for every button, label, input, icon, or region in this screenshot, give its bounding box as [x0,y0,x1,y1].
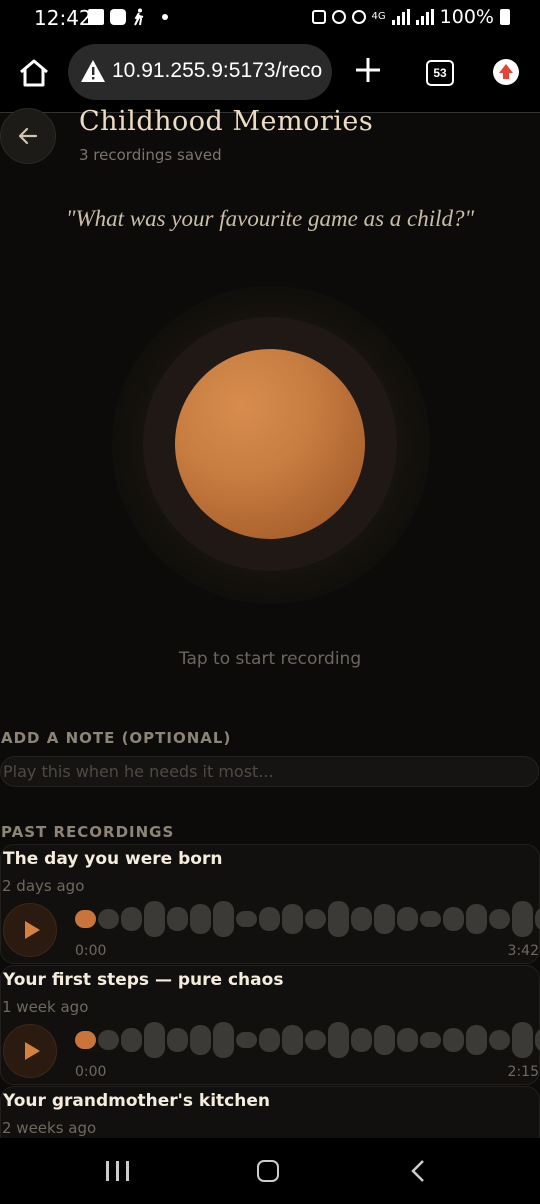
back-nav-icon[interactable] [410,1159,426,1183]
waveform-bar [420,911,441,927]
status-bar: 12:42 4G 100% [0,0,540,36]
waveform-bar [236,1032,257,1048]
note-input[interactable] [0,756,539,787]
waveform-bar [144,1022,165,1058]
record-hint: Tap to start recording [178,649,362,669]
waveform-bar [535,1028,540,1052]
walking-icon [134,8,144,26]
waveform-bar [489,1030,510,1050]
waveform[interactable] [75,1022,540,1058]
waveform[interactable] [75,901,540,937]
past-recordings-label: PAST RECORDINGS [1,823,175,841]
waveform-bar [282,1025,303,1055]
youtube-icon [110,9,126,25]
recording-title: Your first steps — pure chaos [3,970,284,990]
waveform-bar [443,1028,464,1052]
waveform-bar [535,907,540,931]
battery-percent: 100% [439,6,494,28]
waveform-bar [259,907,280,931]
waveform-bar [167,907,188,931]
recording-title: The day you were born [3,849,223,869]
network-type: 4G [371,11,386,22]
waveform-bar [466,904,487,934]
record-button[interactable] [175,349,365,539]
waveform-bar [328,1022,349,1058]
notification-icons [88,8,168,26]
waveform-bar [121,1028,142,1052]
waveform-bar [98,909,119,929]
browser-toolbar: 10.91.255.9:5173/reco 53 [0,36,540,113]
current-time: 0:00 [75,943,107,959]
waveform-bar [374,904,395,934]
waveform-bar [190,904,211,934]
waveform-bar [351,1028,372,1052]
alarm-icon [331,10,346,24]
waveform-bar [305,1030,326,1050]
status-time: 12:42 [34,6,92,30]
recording-card: The day you were born 2 days ago 0:00 3:… [0,844,540,964]
waveform-bar [466,1025,487,1055]
waveform-bar [397,1028,418,1052]
recording-date: 2 weeks ago [2,1119,97,1137]
waveform-bar [305,909,326,929]
battery-saver-icon [311,10,326,24]
play-button[interactable] [3,1024,57,1078]
waveform-progress [75,910,96,928]
waveform-bar [512,1022,533,1058]
waveform-progress [75,1031,96,1049]
waveform-bar [443,907,464,931]
waveform-bar [282,904,303,934]
waveform-bar [213,1022,234,1058]
recordings-count: 3 recordings saved [79,146,222,164]
recent-apps-icon[interactable] [106,1161,130,1181]
question-prompt: "What was your favourite game as a child… [65,206,475,231]
battery-icon [500,9,510,25]
address-bar[interactable]: 10.91.255.9:5173/reco [68,44,332,100]
url-text: 10.91.255.9:5173/reco [112,59,323,82]
waveform-bar [397,907,418,931]
waveform-bar [489,909,510,929]
recording-date: 1 week ago [2,998,89,1016]
waveform-bar [144,901,165,937]
status-right: 4G 100% [311,6,510,28]
page-title: Childhood Memories [79,106,374,137]
home-icon[interactable] [18,58,50,88]
waveform-bar [121,907,142,931]
waveform-bar [213,901,234,937]
waveform-bar [259,1028,280,1052]
hotspot-icon [351,10,366,24]
recording-card: Your first steps — pure chaos 1 week ago… [0,965,540,1085]
back-button[interactable] [0,108,56,164]
warning-icon [81,60,105,82]
more-notifications-icon [162,14,168,20]
waveform-bar [98,1030,119,1050]
duration: 3:42 [507,943,539,959]
tab-switcher-button[interactable]: 53 [426,60,454,86]
navigation-bar [0,1138,540,1204]
gallery-icon [88,9,104,25]
waveform-bar [167,1028,188,1052]
current-time: 0:00 [75,1064,107,1080]
new-tab-icon[interactable] [354,56,382,84]
waveform-bar [512,901,533,937]
arrow-left-icon [18,127,38,145]
waveform-bar [420,1032,441,1048]
play-button[interactable] [3,903,57,957]
signal-icon-2 [415,9,434,25]
recording-date: 2 days ago [2,877,85,895]
update-icon[interactable] [493,59,519,85]
waveform-bar [374,1025,395,1055]
signal-icon [391,9,410,25]
duration: 2:15 [507,1064,539,1080]
waveform-bar [236,911,257,927]
recording-title: Your grandmother's kitchen [3,1091,270,1111]
waveform-bar [328,901,349,937]
note-label: ADD A NOTE (OPTIONAL) [1,729,232,747]
waveform-bar [190,1025,211,1055]
home-nav-icon[interactable] [257,1160,279,1182]
waveform-bar [351,907,372,931]
